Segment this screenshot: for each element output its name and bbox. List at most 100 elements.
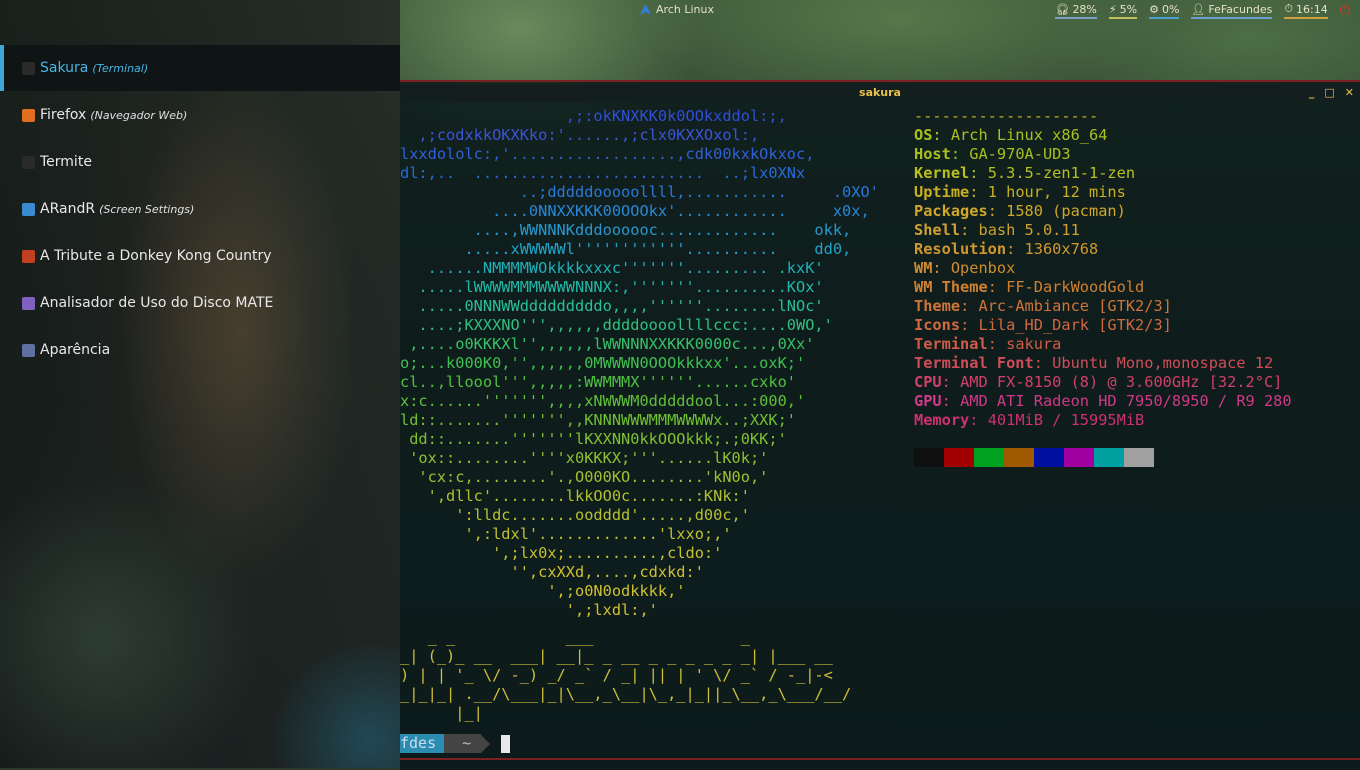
- info-value: Ubuntu Mono,monospace 12: [1052, 354, 1274, 372]
- info-line: Shell: bash 5.0.11: [914, 221, 1080, 239]
- color-swatch: [1034, 448, 1064, 467]
- menu-item-termite[interactable]: Termite: [0, 139, 400, 185]
- ascii-logo-line: ,;:okKNXKK0k0OOkxddol:;,: [400, 107, 787, 125]
- menu-item-label: Analisador de Uso do Disco MATE: [40, 295, 274, 311]
- color-swatch: [1064, 448, 1094, 467]
- ascii-logo-line: ,....o0KKKXl'',,,,,,lWWNNNXXKKK0000c...,…: [400, 335, 815, 353]
- ascii-logo-line: dl:,.. ......................... ..;lx0X…: [400, 164, 806, 182]
- power-icon[interactable]: ⏻: [1340, 3, 1350, 18]
- color-swatch: [944, 448, 974, 467]
- battery-indicator[interactable]: ⚡︎ 5%: [1108, 2, 1138, 19]
- display-icon: [22, 202, 35, 216]
- window-titlebar-label: sakura: [859, 86, 901, 99]
- appearance-icon: [22, 343, 35, 357]
- menu-item-label: Aparência: [40, 342, 111, 358]
- info-key: Resolution: [914, 240, 1007, 258]
- app-menu: Sakura (Terminal) Firefox (Navegador Web…: [0, 0, 400, 768]
- ascii-logo-line: lxxdololc:,'..................,cdk00kxkO…: [400, 145, 815, 163]
- window-buttons: _ □ ✕: [1309, 84, 1354, 102]
- menu-item-disk-usage[interactable]: Analisador de Uso do Disco MATE: [0, 280, 400, 326]
- game-icon: [22, 249, 35, 263]
- info-line: Host: GA-970A-UD3: [914, 145, 1071, 163]
- info-key: Kernel: [914, 164, 970, 182]
- ascii-logo-line: .....xWWWWWl''''''''''''.......... dd0,: [400, 240, 852, 258]
- menu-item-sub: (Navegador Web): [90, 108, 188, 122]
- color-swatch: [1004, 448, 1034, 467]
- info-value: Arch Linux x86_64: [950, 126, 1108, 144]
- info-line: Terminal Font: Ubuntu Mono,monospace 12: [914, 354, 1274, 372]
- prompt-directory: ~: [444, 734, 482, 753]
- top-panel: Arch Linux 🎧︎ 28% ⚡︎ 5% ⚙︎ 0% 👤︎ FeFacun…: [400, 0, 1360, 22]
- prompt-arrow: [481, 734, 491, 753]
- info-key: Icons: [914, 316, 961, 334]
- info-value: 401MiB / 15995MiB: [987, 411, 1145, 429]
- info-value: 1580 (pacman): [1006, 202, 1126, 220]
- menu-item-sakura[interactable]: Sakura (Terminal): [0, 45, 400, 91]
- info-key: WM Theme: [914, 278, 988, 296]
- cpu-indicator[interactable]: 🎧︎ 28%: [1055, 2, 1097, 19]
- info-value: sakura: [1006, 335, 1062, 353]
- info-line: Uptime: 1 hour, 12 mins: [914, 183, 1126, 201]
- info-value: GA-970A-UD3: [969, 145, 1071, 163]
- info-line: WM: Openbox: [914, 259, 1016, 277]
- color-swatch: [914, 448, 944, 467]
- user-icon: 👤︎: [1191, 2, 1206, 16]
- window-titlebar[interactable]: sakura _ □ ✕: [400, 84, 1360, 102]
- ascii-logo-line: '',cxXXd,....,cdxkd:': [400, 563, 704, 581]
- ascii-logo-line: ....0NNXXKKK00OOOkx'............ x0x,: [400, 202, 870, 220]
- user-name: FeFacundes: [1208, 2, 1273, 16]
- window-title[interactable]: Arch Linux: [640, 3, 714, 16]
- info-key: GPU: [914, 392, 942, 410]
- network-indicator[interactable]: ⚙︎ 0%: [1149, 2, 1180, 19]
- ascii-logo-line: ,;codxkkOKXKko:'......,;clx0KXXOxol:,: [400, 126, 760, 144]
- menu-item-firefox[interactable]: Firefox (Navegador Web): [0, 92, 400, 138]
- info-value: FF-DarkWoodGold: [1006, 278, 1145, 296]
- ascii-logo-line: x:c......''''''',,,,xNWWWM0dddddool...:0…: [400, 392, 806, 410]
- info-line: --------------------: [914, 107, 1292, 126]
- text-cursor: [501, 734, 511, 753]
- cpu-value: 28%: [1072, 2, 1097, 16]
- ascii-banner-line: ) | | '_ \/ -_) _/ _` / _| || | ' \/ _` …: [400, 666, 833, 684]
- info-value: AMD FX-8150 (8) @ 3.600GHz [32.2°C]: [960, 373, 1283, 391]
- color-swatch: [1124, 448, 1154, 467]
- ascii-banner-line: _| (_)_ __ ___| __|_ _ __ _ _ _ _ _ _| |…: [400, 647, 833, 665]
- info-value: 1360x768: [1024, 240, 1099, 258]
- shell-prompt[interactable]: fdes ~: [400, 734, 511, 753]
- menu-item-label: ARandR: [40, 201, 96, 217]
- menu-item-label: Sakura: [40, 60, 89, 76]
- clock[interactable]: ⏱︎ 16:14: [1284, 2, 1328, 19]
- info-key: Memory: [914, 411, 970, 429]
- ascii-logo-line: dd::.......'''''''lKXXNN0kkOOOkkk;.;0KK;…: [400, 430, 787, 448]
- network-icon: ⚙︎: [1149, 2, 1159, 16]
- info-value: 1 hour, 12 mins: [987, 183, 1126, 201]
- terminal-icon: [22, 61, 35, 75]
- battery-value: 5%: [1119, 2, 1138, 16]
- color-swatch: [1094, 448, 1124, 467]
- info-key: Packages: [914, 202, 988, 220]
- menu-item-donkey-kong[interactable]: A Tribute a Donkey Kong Country: [0, 233, 400, 279]
- maximize-button[interactable]: □: [1324, 84, 1334, 102]
- terminal-window[interactable]: sakura _ □ ✕ ,;:okKNXKK0k0OOkxddol:;, ,;…: [400, 80, 1360, 770]
- info-key: Host: [914, 145, 951, 163]
- menu-item-appearance[interactable]: Aparência: [0, 327, 400, 373]
- ascii-logo-line: .....0NNNWWdddddddddo,,,,''''''........l…: [400, 297, 824, 315]
- info-value: AMD ATI Radeon HD 7950/8950 / R9 280: [960, 392, 1292, 410]
- minimize-button[interactable]: _: [1309, 84, 1315, 102]
- menu-item-sub: (Terminal): [92, 61, 149, 75]
- network-value: 0%: [1161, 2, 1180, 16]
- ascii-logo-line: ',;o0N0odkkkk,': [400, 582, 686, 600]
- ascii-logo-line: o;...k000K0,'',,,,,,0MWWWN0OOOkkkxx'...o…: [400, 354, 806, 372]
- user-indicator[interactable]: 👤︎ FeFacundes: [1191, 2, 1273, 19]
- ascii-logo-line: .....lWWWWMMMWWWWNNNX:,'''''''..........…: [400, 278, 824, 296]
- clock-value: 16:14: [1296, 2, 1328, 16]
- info-key: CPU: [914, 373, 942, 391]
- window-title-label: Arch Linux: [656, 3, 714, 16]
- disk-usage-icon: [22, 296, 35, 310]
- menu-item-arandr[interactable]: ARandR (Screen Settings): [0, 186, 400, 232]
- info-line: GPU: AMD ATI Radeon HD 7950/8950 / R9 28…: [914, 392, 1292, 410]
- info-line: WM Theme: FF-DarkWoodGold: [914, 278, 1145, 296]
- terminal-icon: [22, 155, 35, 169]
- color-swatch: [974, 448, 1004, 467]
- ascii-logo-line: ',:ldxl'.............'lxxo;,': [400, 525, 732, 543]
- close-button[interactable]: ✕: [1345, 84, 1354, 102]
